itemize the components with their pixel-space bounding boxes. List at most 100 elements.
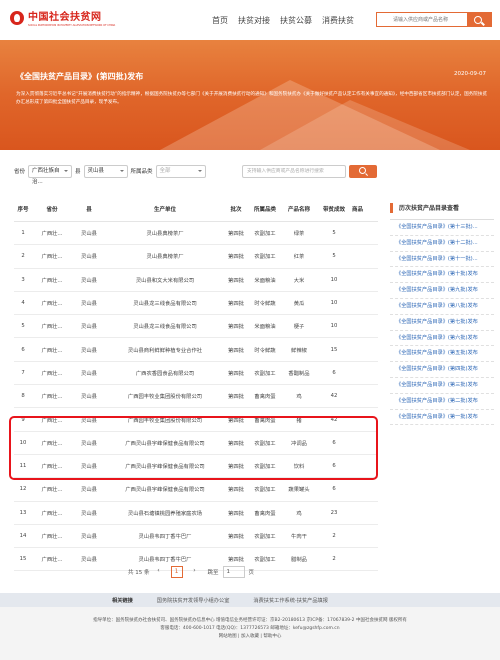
goto-label: 跳至 (207, 570, 219, 576)
table-cell: 第四批 (228, 394, 244, 401)
sidebar-catalog-link[interactable]: 《全国扶贫产品目录》(第三批)发布 (390, 378, 494, 394)
table-cell: 腊制品 (291, 557, 307, 564)
nav-item-home[interactable]: 首页 (212, 15, 228, 26)
table-row[interactable]: 6 广西壮... 灵山县 灵山县商利鲜鲜种植专业合作社 第四批 时令鲜蔬 鲜辣椒 15 (14, 338, 378, 362)
sidebar-catalog-link[interactable]: 《全国扶贫产品目录》(第六批)发布 (390, 331, 494, 347)
header-search (376, 12, 492, 27)
table-cell: 15 (330, 346, 338, 353)
table-body: 1 广西壮... 灵山县 灵山县典榜茶厂 第四批 农副加工 绿茶 5 2 广西壮... 灵山县 灵山县… (14, 222, 378, 572)
table-cell: 1 (21, 230, 25, 237)
table-row[interactable]: 2 广西壮... 灵山县 灵山县典榜茶厂 第四批 农副加工 红茶 5 (14, 245, 378, 269)
table-cell: 广西壮... (41, 347, 63, 354)
table-row[interactable]: 13 广西壮... 灵山县 灵山县石塘镇桃园养殖家庭农场 第四批 畜禽肉蛋 鸡 23 (14, 502, 378, 525)
table-cell: 绿茶 (293, 231, 305, 238)
table-cell: 红茶 (293, 254, 305, 261)
logo-subtitle: SOCIAL PARTICIPATION IN POVERTY ALLEVIAT… (28, 24, 116, 27)
sidebar-catalog-link[interactable]: 《全国扶贫产品目录》(第十二批)... (390, 236, 494, 252)
nav-item-public-fundraising[interactable]: 扶贫公募 (280, 15, 312, 26)
table-cell: 牛肉干 (291, 534, 307, 540)
link-consumption-system[interactable]: 消费扶贫工作系统-扶贫产品填报 (253, 597, 328, 604)
link-cpad[interactable]: 国务院扶贫开发领导小组办公室 (157, 597, 230, 604)
table-cell: 广西壮... (41, 394, 63, 401)
table-cell: 灵山县 (81, 534, 97, 540)
table-row[interactable]: 8 广西壮... 灵山县 广西园丰牧业集团股份有限公司 第四批 畜禽肉蛋 鸡 42 (14, 385, 378, 409)
table-row[interactable]: 14 广西壮... 灵山县 灵山县韦四丁香牛巴厂 第四批 农副加工 牛肉干 2 (14, 525, 378, 549)
sidebar-catalog-link[interactable]: 《全国扶贫产品目录》(第九批)发布 (390, 283, 494, 299)
table-cell: 15 (19, 556, 27, 563)
table-cell: 灵山县典榜茶厂 (146, 254, 184, 261)
site-logo[interactable]: 中国社会扶贫网 SOCIAL PARTICIPATION IN POVERTY … (10, 8, 115, 27)
table-cell (352, 502, 378, 524)
goto-page-input[interactable]: 1 (222, 566, 245, 578)
sidebar-header: 历次扶贫产品目录查看 (390, 196, 494, 220)
table-row[interactable]: 12 广西壮... 灵山县 广西灵山县宇峰保健食品有限公司 第四批 农副加工 蔬果罐头 6 (14, 478, 378, 502)
sidebar-catalog-link[interactable]: 《全国扶贫产品目录》(第七批)发布 (390, 315, 494, 331)
footer-line-3: 网站地图 | 加入收藏 | 帮助中心 (218, 634, 282, 639)
search-icon[interactable] (349, 165, 377, 178)
table-cell: 时令鲜蔬 (254, 347, 276, 354)
table-cell: 第四批 (228, 301, 244, 308)
table-cell: 灵山县 (81, 301, 97, 308)
table-cell: 香醋制品 (288, 370, 310, 377)
next-page-button[interactable]: › (189, 566, 201, 578)
prev-page-button[interactable]: ‹ (153, 566, 165, 578)
table-cell: 广西壮... (41, 254, 63, 261)
sidebar-catalog-link[interactable]: 《全国扶贫产品目录》(第十一批)... (390, 252, 494, 268)
sidebar-catalog-link[interactable]: 《全国扶贫产品目录》(第二批)发布 (390, 394, 494, 410)
table-cell: 第四批 (228, 534, 244, 540)
nav-item-consumption[interactable]: 消费扶贫 (322, 15, 354, 26)
category-select[interactable]: 全部 (155, 164, 206, 178)
table-header: 序号 省份 县 生产单位 批次 所属品类 产品名称 带贫成效 商品 (14, 196, 378, 222)
county-select[interactable]: 灵山县 (83, 164, 128, 178)
table-cell: 畜禽肉蛋 (254, 394, 276, 401)
search-icon[interactable] (467, 13, 491, 26)
highlight-box (9, 416, 378, 480)
table-cell (352, 315, 378, 337)
total-count: 共 15 条 (128, 570, 150, 576)
table-cell: 鸡 (296, 510, 302, 517)
sidebar-catalog-link[interactable]: 《全国扶贫产品目录》(第十三批)... (390, 220, 494, 236)
table-cell: 米面粮油 (254, 324, 276, 331)
header-cell: 商品 (352, 206, 364, 213)
header-cell: 序号 (17, 206, 29, 213)
table-cell: 23 (330, 509, 338, 516)
table-cell: 鲜辣椒 (291, 347, 307, 354)
table-cell: 6 (21, 346, 25, 353)
table-row[interactable]: 1 广西壮... 灵山县 灵山县典榜茶厂 第四批 农副加工 绿茶 5 (14, 222, 378, 246)
table-cell: 3 (21, 276, 25, 283)
sidebar-catalog-link[interactable]: 《全国扶贫产品目录》(第八批)发布 (390, 299, 494, 315)
filter-bar: 省份 广西壮族自治... 县 灵山县 所属品类 全部 (14, 163, 209, 185)
table-cell: 2 (21, 253, 25, 260)
table-row[interactable]: 7 广西壮... 灵山县 广西农香园食品有限公司 第四批 农副加工 香醋制品 6 (14, 362, 378, 386)
table-cell: 5 (332, 253, 336, 260)
table-cell: 广西壮... (41, 231, 63, 238)
main-nav: 首页 扶贫对接 扶贫公募 消费扶贫 (212, 15, 354, 26)
sidebar-catalog-link[interactable]: 《全国扶贫产品目录》(第四批)发布 (390, 362, 494, 378)
county-label: 县 (75, 169, 81, 175)
table-cell: 广西壮... (41, 534, 63, 540)
table-cell: 黄瓜 (293, 301, 305, 308)
table-row[interactable]: 5 广西壮... 灵山县 灵山县龙三线食品有限公司 第四批 米面粮油 梗子 10 (14, 315, 378, 339)
table-cell: 灵山县 (81, 254, 97, 261)
header-cell: 生产单位 (153, 206, 176, 213)
sidebar-catalog-link[interactable]: 《全国扶贫产品目录》(第十批)发布 (390, 267, 494, 284)
table-cell: 灵山县典榜茶厂 (146, 231, 184, 238)
table-row[interactable]: 3 广西壮... 灵山县 灵山县和文大米有限公司 第四批 米面粮油 大米 10 (14, 269, 378, 292)
nav-item-poverty-match[interactable]: 扶贫对接 (238, 15, 270, 26)
banner-description: 为深入贯彻落实习近平总书记“开展消费扶贫行动”的指示精神，根据国务院扶贫办等七部… (16, 92, 488, 105)
table-cell: 第四批 (228, 487, 244, 494)
table-cell: 14 (19, 533, 27, 539)
sidebar-catalog-link[interactable]: 《全国扶贫产品目录》(第五批)发布 (390, 346, 494, 363)
table-cell: 第四批 (228, 347, 244, 354)
table-cell (352, 385, 378, 407)
keyword-search-input[interactable]: 支持输入供应商或产品名称进行搜索 (242, 165, 346, 178)
table-cell (352, 338, 378, 360)
sidebar-catalog-link[interactable]: 《全国扶贫产品目录》(第一批)发布 (390, 410, 494, 426)
table-cell: 广西壮... (41, 324, 63, 331)
table-row[interactable]: 4 广西壮... 灵山县 灵山县龙三线食品有限公司 第四批 时令鲜蔬 黄瓜 10 (14, 292, 378, 316)
table-cell: 第四批 (228, 370, 244, 377)
table-cell (352, 245, 378, 267)
header-search-input[interactable] (377, 13, 467, 26)
page-number-current[interactable]: 1 (170, 566, 183, 578)
province-select[interactable]: 广西壮族自治... (28, 164, 73, 185)
